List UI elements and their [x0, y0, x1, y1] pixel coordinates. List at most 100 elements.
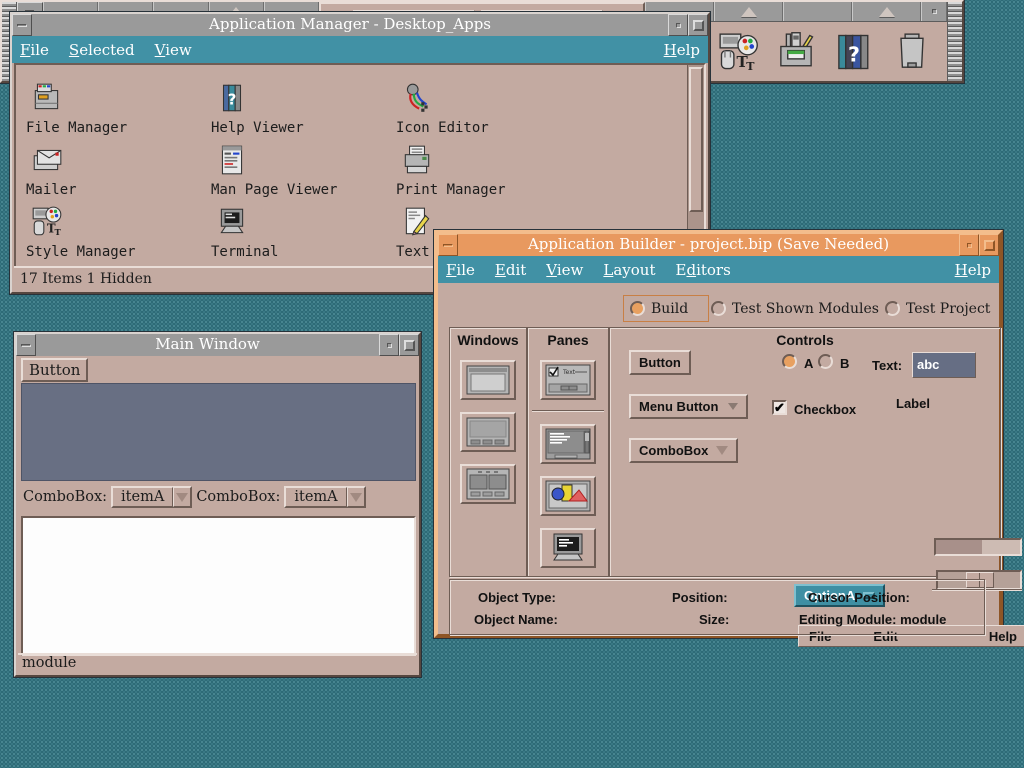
palette-combobox[interactable]: ComboBox	[629, 438, 738, 463]
app-icon-man-page-viewer[interactable]: Man Page Viewer	[211, 143, 391, 198]
palette-control-pane-icon[interactable]: Text	[540, 360, 596, 400]
controls-palette: Controls Button A B Text: abc Menu Butto…	[609, 327, 1001, 577]
text-pane[interactable]	[21, 516, 416, 656]
minimize-icon	[967, 243, 972, 248]
window-menu-button[interactable]	[438, 234, 458, 256]
combobox2-value[interactable]: itemA	[285, 487, 346, 507]
menu-selected[interactable]: Selected	[69, 41, 135, 59]
mode-test-project[interactable]: Test Project	[885, 295, 990, 322]
file-manager-icon	[30, 81, 64, 115]
combobox2[interactable]: itemA	[284, 486, 365, 508]
window-menu-button[interactable]	[16, 334, 36, 356]
palette-dialog-icon[interactable]	[460, 412, 516, 452]
palette-text-pane-icon[interactable]	[540, 424, 596, 464]
build-radio[interactable]	[630, 301, 645, 316]
maximize-icon	[984, 240, 995, 251]
chevron-down-icon	[350, 493, 362, 502]
minimize-button[interactable]	[959, 234, 979, 256]
menu-layout[interactable]: Layout	[603, 261, 655, 279]
style-manager-control[interactable]: TT	[716, 30, 760, 74]
mode-test-shown-modules[interactable]: Test Shown Modules	[711, 295, 879, 322]
palette-button[interactable]: Button	[629, 350, 691, 375]
checkbox-label: Checkbox	[794, 402, 856, 417]
app-icon-file-manager[interactable]: File Manager	[26, 81, 206, 136]
palette-draw-pane-icon[interactable]	[540, 476, 596, 516]
window-menu-button[interactable]	[12, 14, 32, 36]
app-icon-help-viewer[interactable]: ? Help Viewer	[211, 81, 391, 136]
palette-checkbox[interactable]: ✔	[772, 400, 787, 415]
help-control[interactable]: ?	[832, 30, 876, 74]
menu-view[interactable]: View	[546, 261, 583, 279]
panel-right-handle[interactable]	[947, 2, 962, 81]
menu-help[interactable]: Help	[664, 41, 700, 59]
object-name-label: Object Name:	[474, 612, 558, 627]
palette-main-window-icon[interactable]	[460, 360, 516, 400]
maximize-button[interactable]	[399, 334, 419, 356]
windows-palette-heading: Windows	[450, 332, 526, 348]
app-manager-menubar: File Selected View Help	[12, 36, 708, 63]
subpanel-tab-apps[interactable]	[783, 2, 852, 21]
maximize-button[interactable]	[688, 14, 708, 36]
text-editor-icon	[400, 205, 434, 239]
menu-file[interactable]: File	[20, 41, 49, 59]
app-builder-window: Application Builder - project.bip (Save …	[434, 230, 1003, 638]
palette-menu-button[interactable]: Menu Button	[629, 394, 748, 419]
app-builder-menubar: File Edit View Layout Editors Help	[438, 256, 999, 283]
maximize-button[interactable]	[979, 234, 999, 256]
app-icon-print-manager[interactable]: Print Manager	[396, 143, 576, 198]
app-icon-style-manager[interactable]: TT Style Manager	[26, 205, 206, 260]
test-shown-modules-label: Test Shown Modules	[732, 301, 879, 317]
app-builder-titlebar[interactable]: Application Builder - project.bip (Save …	[438, 234, 999, 256]
subpanel-tab-style[interactable]	[714, 2, 783, 21]
minimize-button[interactable]	[668, 14, 688, 36]
window-menu-icon	[443, 244, 453, 247]
menu-help[interactable]: Help	[955, 261, 991, 279]
app-icon-icon-editor[interactable]: Icon Editor	[396, 81, 576, 136]
subpanel-arrow-icon	[741, 7, 757, 17]
palette-divider	[532, 410, 604, 412]
scrollbar-thumb[interactable]	[689, 67, 703, 212]
drawing-area[interactable]	[21, 383, 416, 481]
test-shown-modules-radio[interactable]	[711, 301, 726, 316]
window-dialog-icon	[466, 417, 510, 447]
app-drawer-icon	[774, 28, 818, 76]
combobox1-arrow[interactable]	[173, 487, 191, 507]
main-window-titlebar[interactable]: Main Window	[16, 334, 419, 356]
menu-edit[interactable]: Edit	[495, 261, 526, 279]
radio-a-label: A	[804, 356, 813, 371]
test-project-label: Test Project	[906, 301, 990, 317]
app-icon-terminal[interactable]: Terminal	[211, 205, 391, 260]
mode-radio-row: Build Test Shown Modules Test Project	[442, 295, 995, 325]
minimize-button[interactable]	[379, 334, 399, 356]
palette-text-field[interactable]: abc	[912, 352, 976, 378]
test-project-radio[interactable]	[885, 301, 900, 316]
help-viewer-icon: ?	[215, 81, 249, 115]
combobox2-arrow[interactable]	[347, 487, 365, 507]
svg-text:?: ?	[228, 90, 237, 108]
panel-end-button[interactable]	[921, 2, 947, 21]
combobox1[interactable]: itemA	[111, 486, 192, 508]
palette-radio-b[interactable]	[818, 354, 833, 369]
panes-palette: Panes Text	[527, 327, 609, 577]
text-pane-icon	[545, 428, 591, 460]
svg-text:T: T	[746, 59, 755, 72]
palette-radio-a[interactable]	[782, 354, 797, 369]
combobox1-value[interactable]: itemA	[112, 487, 173, 507]
palette-menubar-help[interactable]: Help	[989, 629, 1017, 644]
mode-build[interactable]: Build	[623, 295, 709, 322]
app-manager-titlebar[interactable]: Application Manager - Desktop_Apps	[12, 14, 708, 36]
subpanel-tab-help[interactable]	[852, 2, 921, 21]
app-icon-mailer[interactable]: Mailer	[26, 143, 206, 198]
trash-control[interactable]	[890, 30, 934, 74]
sample-button[interactable]: Button	[21, 358, 88, 382]
palette-term-pane-icon[interactable]	[540, 528, 596, 568]
build-radio-label: Build	[651, 301, 688, 317]
position-label: Position:	[672, 590, 728, 605]
palette-custom-dialog-icon[interactable]	[460, 464, 516, 504]
menu-editors[interactable]: Editors	[676, 261, 731, 279]
applications-control[interactable]	[774, 30, 818, 74]
menu-view[interactable]: View	[155, 41, 192, 59]
icon-editor-icon	[400, 81, 434, 115]
combobox1-label: ComboBox:	[23, 489, 107, 505]
menu-file[interactable]: File	[446, 261, 475, 279]
